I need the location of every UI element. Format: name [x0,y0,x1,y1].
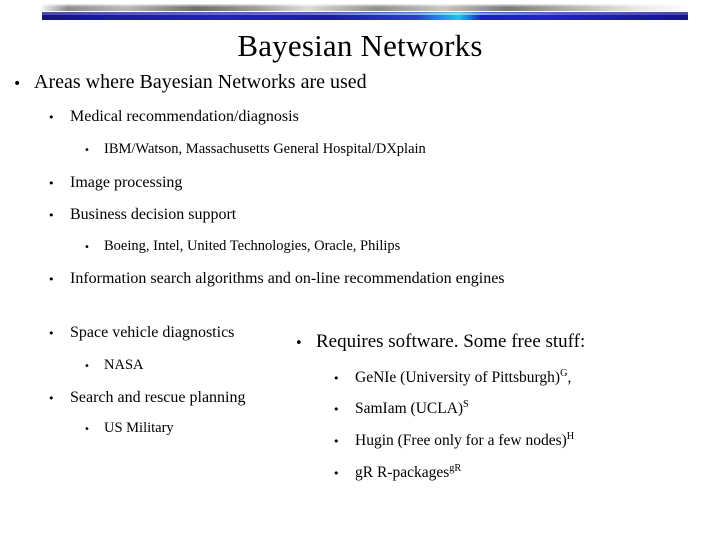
software-name: Hugin (Free only for a few nodes) [355,432,567,449]
bullet-dot-icon: • [48,327,55,340]
bullet-text: Medical recommendation/diagnosis [70,108,299,125]
bullet-dot-icon: • [333,372,340,385]
bullet-dot-icon: • [295,336,303,351]
bullet-hugin: • Hugin (Free only for a few nodes)H [333,430,713,451]
footnote-superscript: S [463,398,469,410]
bullet-text: Space vehicle diagnostics [70,324,235,341]
slide-title: Bayesian Networks [237,28,483,63]
bullet-text: Information search algorithms and on-lin… [70,270,505,287]
bullet-text: GeNIe (University of Pittsburgh)G, [355,367,713,388]
bullet-dot-icon: • [13,76,22,92]
bullet-space-vehicle-diagnostics: • Space vehicle diagnostics [48,322,308,343]
banner-gray-shine [42,4,688,7]
bullet-dot-icon: • [333,403,340,416]
bullet-text: Business decision support [70,206,237,223]
bullet-dot-icon: • [48,273,55,286]
bullet-text: Image processing [70,174,183,191]
bullet-dot-icon: • [48,177,55,190]
bullet-genie: • GeNIe (University of Pittsburgh)G, [333,367,713,388]
bullet-text: Hugin (Free only for a few nodes)H [355,430,713,451]
bullet-dot-icon: • [48,111,55,124]
bullet-information-search: • Information search algorithms and on-l… [48,268,560,289]
bullet-us-military: • US Military [84,419,304,438]
bullet-text: Boeing, Intel, United Technologies, Orac… [104,238,401,254]
bullet-nasa: • NASA [84,356,304,375]
text-suffix: , [567,369,572,386]
bullet-text: SamIam (UCLA)S [355,398,713,419]
bullet-dot-icon: • [84,145,90,156]
bullet-boeing-intel: • Boeing, Intel, United Technologies, Or… [84,237,684,256]
bullet-samiam: • SamIam (UCLA)S [333,398,713,419]
software-name: gR R-packages [355,464,450,481]
bullet-areas-heading: • Areas where Bayesian Networks are used [13,70,653,94]
bullet-ibm-watson: • IBM/Watson, Massachusetts General Hosp… [84,140,684,159]
bullet-dot-icon: • [48,392,55,405]
footnote-superscript: gR [449,462,462,474]
bullet-dot-icon: • [48,209,55,222]
bullet-medical-recommendation: • Medical recommendation/diagnosis [48,106,648,127]
bullet-dot-icon: • [84,424,90,435]
bullet-requires-software-heading: • Requires software. Some free stuff: [295,330,695,354]
bullet-business-decision-support: • Business decision support [48,204,648,225]
banner-gray-gradient-bar [42,4,688,11]
bullet-text: Requires software. Some free stuff: [316,331,586,352]
bullet-dot-icon: • [84,361,90,372]
bullet-text: US Military [104,420,174,436]
banner-blue-highlight [42,13,688,15]
bullet-search-and-rescue: • Search and rescue planning [48,387,308,408]
bullet-dot-icon: • [333,467,340,480]
slide-header-banner [42,4,688,22]
bullet-text: Areas where Bayesian Networks are used [34,71,367,93]
bullet-text: IBM/Watson, Massachusetts General Hospit… [104,141,426,157]
software-name: SamIam (UCLA) [355,400,464,417]
footnote-superscript: H [566,430,575,442]
bullet-dot-icon: • [84,242,90,253]
bullet-image-processing: • Image processing [48,172,648,193]
software-name: GeNIe (University of Pittsburgh) [355,369,561,386]
bullet-dot-icon: • [333,435,340,448]
bullet-gr-r-packages: • gR R-packagesgR [333,462,713,483]
bullet-text: NASA [104,357,144,373]
bullet-text: Search and rescue planning [70,389,246,406]
bullet-text: gR R-packagesgR [355,462,713,483]
